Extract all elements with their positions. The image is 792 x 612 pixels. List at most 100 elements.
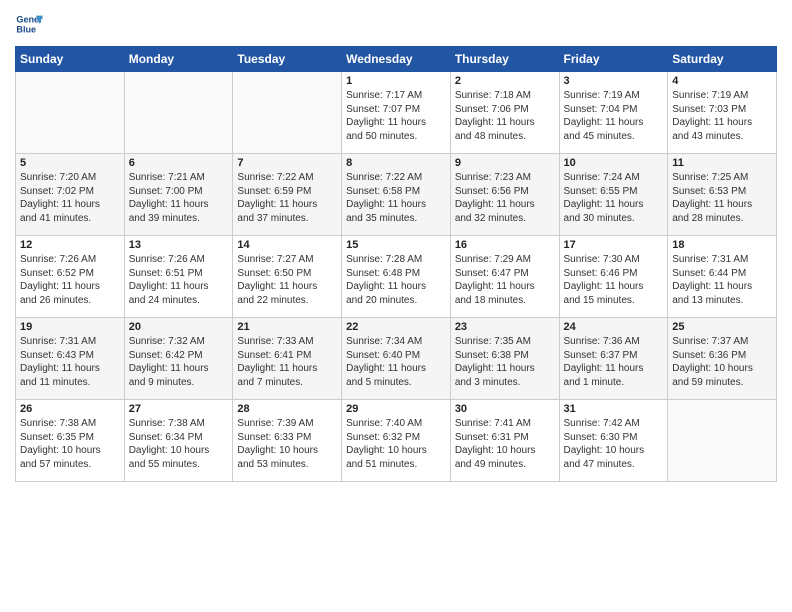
daylight-text: Daylight: 11 hours (672, 198, 772, 212)
day-number: 13 (129, 239, 229, 251)
calendar-cell: 28Sunrise: 7:39 AMSunset: 6:33 PMDayligh… (233, 400, 342, 482)
calendar-cell: 29Sunrise: 7:40 AMSunset: 6:32 PMDayligh… (342, 400, 451, 482)
calendar-cell: 22Sunrise: 7:34 AMSunset: 6:40 PMDayligh… (342, 318, 451, 400)
header: General Blue (15, 10, 777, 38)
day-number: 14 (237, 239, 337, 251)
calendar-cell: 13Sunrise: 7:26 AMSunset: 6:51 PMDayligh… (124, 236, 233, 318)
daylight-text-cont: and 39 minutes. (129, 212, 229, 226)
calendar-cell: 6Sunrise: 7:21 AMSunset: 7:00 PMDaylight… (124, 154, 233, 236)
sunrise-text: Sunrise: 7:30 AM (564, 253, 664, 267)
daylight-text-cont: and 20 minutes. (346, 294, 446, 308)
daylight-text-cont: and 3 minutes. (455, 376, 555, 390)
calendar-cell: 7Sunrise: 7:22 AMSunset: 6:59 PMDaylight… (233, 154, 342, 236)
day-number: 27 (129, 403, 229, 415)
day-number: 17 (564, 239, 664, 251)
day-number: 26 (20, 403, 120, 415)
sunrise-text: Sunrise: 7:26 AM (20, 253, 120, 267)
day-number: 8 (346, 157, 446, 169)
calendar-cell (16, 72, 125, 154)
daylight-text-cont: and 5 minutes. (346, 376, 446, 390)
sunrise-text: Sunrise: 7:25 AM (672, 171, 772, 185)
daylight-text: Daylight: 11 hours (129, 198, 229, 212)
daylight-text: Daylight: 10 hours (20, 444, 120, 458)
daylight-text-cont: and 28 minutes. (672, 212, 772, 226)
sunrise-text: Sunrise: 7:28 AM (346, 253, 446, 267)
daylight-text-cont: and 15 minutes. (564, 294, 664, 308)
sunset-text: Sunset: 6:38 PM (455, 349, 555, 363)
day-number: 16 (455, 239, 555, 251)
day-number: 30 (455, 403, 555, 415)
calendar-cell: 2Sunrise: 7:18 AMSunset: 7:06 PMDaylight… (450, 72, 559, 154)
sunset-text: Sunset: 6:31 PM (455, 431, 555, 445)
daylight-text: Daylight: 11 hours (672, 116, 772, 130)
sunrise-text: Sunrise: 7:34 AM (346, 335, 446, 349)
sunset-text: Sunset: 7:04 PM (564, 103, 664, 117)
sunrise-text: Sunrise: 7:33 AM (237, 335, 337, 349)
day-number: 22 (346, 321, 446, 333)
sunrise-text: Sunrise: 7:38 AM (129, 417, 229, 431)
sunset-text: Sunset: 6:41 PM (237, 349, 337, 363)
day-number: 3 (564, 75, 664, 87)
sunset-text: Sunset: 6:34 PM (129, 431, 229, 445)
logo: General Blue (15, 10, 43, 38)
sunset-text: Sunset: 6:43 PM (20, 349, 120, 363)
daylight-text-cont: and 45 minutes. (564, 130, 664, 144)
daylight-text-cont: and 9 minutes. (129, 376, 229, 390)
sunrise-text: Sunrise: 7:22 AM (237, 171, 337, 185)
daylight-text-cont: and 7 minutes. (237, 376, 337, 390)
sunrise-text: Sunrise: 7:23 AM (455, 171, 555, 185)
sunrise-text: Sunrise: 7:42 AM (564, 417, 664, 431)
calendar-cell: 10Sunrise: 7:24 AMSunset: 6:55 PMDayligh… (559, 154, 668, 236)
calendar-cell: 9Sunrise: 7:23 AMSunset: 6:56 PMDaylight… (450, 154, 559, 236)
daylight-text-cont: and 24 minutes. (129, 294, 229, 308)
sunset-text: Sunset: 6:32 PM (346, 431, 446, 445)
calendar-cell: 12Sunrise: 7:26 AMSunset: 6:52 PMDayligh… (16, 236, 125, 318)
daylight-text: Daylight: 11 hours (455, 362, 555, 376)
calendar-cell (668, 400, 777, 482)
daylight-text-cont: and 47 minutes. (564, 458, 664, 472)
sunrise-text: Sunrise: 7:20 AM (20, 171, 120, 185)
day-number: 15 (346, 239, 446, 251)
daylight-text: Daylight: 11 hours (20, 280, 120, 294)
sunrise-text: Sunrise: 7:39 AM (237, 417, 337, 431)
day-number: 5 (20, 157, 120, 169)
day-header-tuesday: Tuesday (233, 47, 342, 72)
sunrise-text: Sunrise: 7:38 AM (20, 417, 120, 431)
sunset-text: Sunset: 6:40 PM (346, 349, 446, 363)
day-number: 28 (237, 403, 337, 415)
calendar-cell: 14Sunrise: 7:27 AMSunset: 6:50 PMDayligh… (233, 236, 342, 318)
day-number: 24 (564, 321, 664, 333)
sunset-text: Sunset: 6:42 PM (129, 349, 229, 363)
calendar-cell (124, 72, 233, 154)
sunset-text: Sunset: 6:47 PM (455, 267, 555, 281)
daylight-text: Daylight: 11 hours (20, 198, 120, 212)
calendar-cell: 25Sunrise: 7:37 AMSunset: 6:36 PMDayligh… (668, 318, 777, 400)
calendar-cell: 1Sunrise: 7:17 AMSunset: 7:07 PMDaylight… (342, 72, 451, 154)
daylight-text-cont: and 32 minutes. (455, 212, 555, 226)
daylight-text-cont: and 18 minutes. (455, 294, 555, 308)
day-number: 7 (237, 157, 337, 169)
sunrise-text: Sunrise: 7:36 AM (564, 335, 664, 349)
week-row-2: 5Sunrise: 7:20 AMSunset: 7:02 PMDaylight… (16, 154, 777, 236)
day-number: 19 (20, 321, 120, 333)
day-number: 6 (129, 157, 229, 169)
calendar-cell (233, 72, 342, 154)
calendar-cell: 3Sunrise: 7:19 AMSunset: 7:04 PMDaylight… (559, 72, 668, 154)
calendar-cell: 24Sunrise: 7:36 AMSunset: 6:37 PMDayligh… (559, 318, 668, 400)
daylight-text-cont: and 48 minutes. (455, 130, 555, 144)
daylight-text: Daylight: 10 hours (237, 444, 337, 458)
week-row-3: 12Sunrise: 7:26 AMSunset: 6:52 PMDayligh… (16, 236, 777, 318)
calendar-cell: 4Sunrise: 7:19 AMSunset: 7:03 PMDaylight… (668, 72, 777, 154)
sunrise-text: Sunrise: 7:22 AM (346, 171, 446, 185)
daylight-text: Daylight: 11 hours (129, 280, 229, 294)
calendar-cell: 21Sunrise: 7:33 AMSunset: 6:41 PMDayligh… (233, 318, 342, 400)
daylight-text: Daylight: 11 hours (455, 116, 555, 130)
sunset-text: Sunset: 6:55 PM (564, 185, 664, 199)
daylight-text: Daylight: 10 hours (672, 362, 772, 376)
calendar-cell: 19Sunrise: 7:31 AMSunset: 6:43 PMDayligh… (16, 318, 125, 400)
sunset-text: Sunset: 7:03 PM (672, 103, 772, 117)
daylight-text-cont: and 41 minutes. (20, 212, 120, 226)
day-header-friday: Friday (559, 47, 668, 72)
calendar-cell: 11Sunrise: 7:25 AMSunset: 6:53 PMDayligh… (668, 154, 777, 236)
sunrise-text: Sunrise: 7:29 AM (455, 253, 555, 267)
